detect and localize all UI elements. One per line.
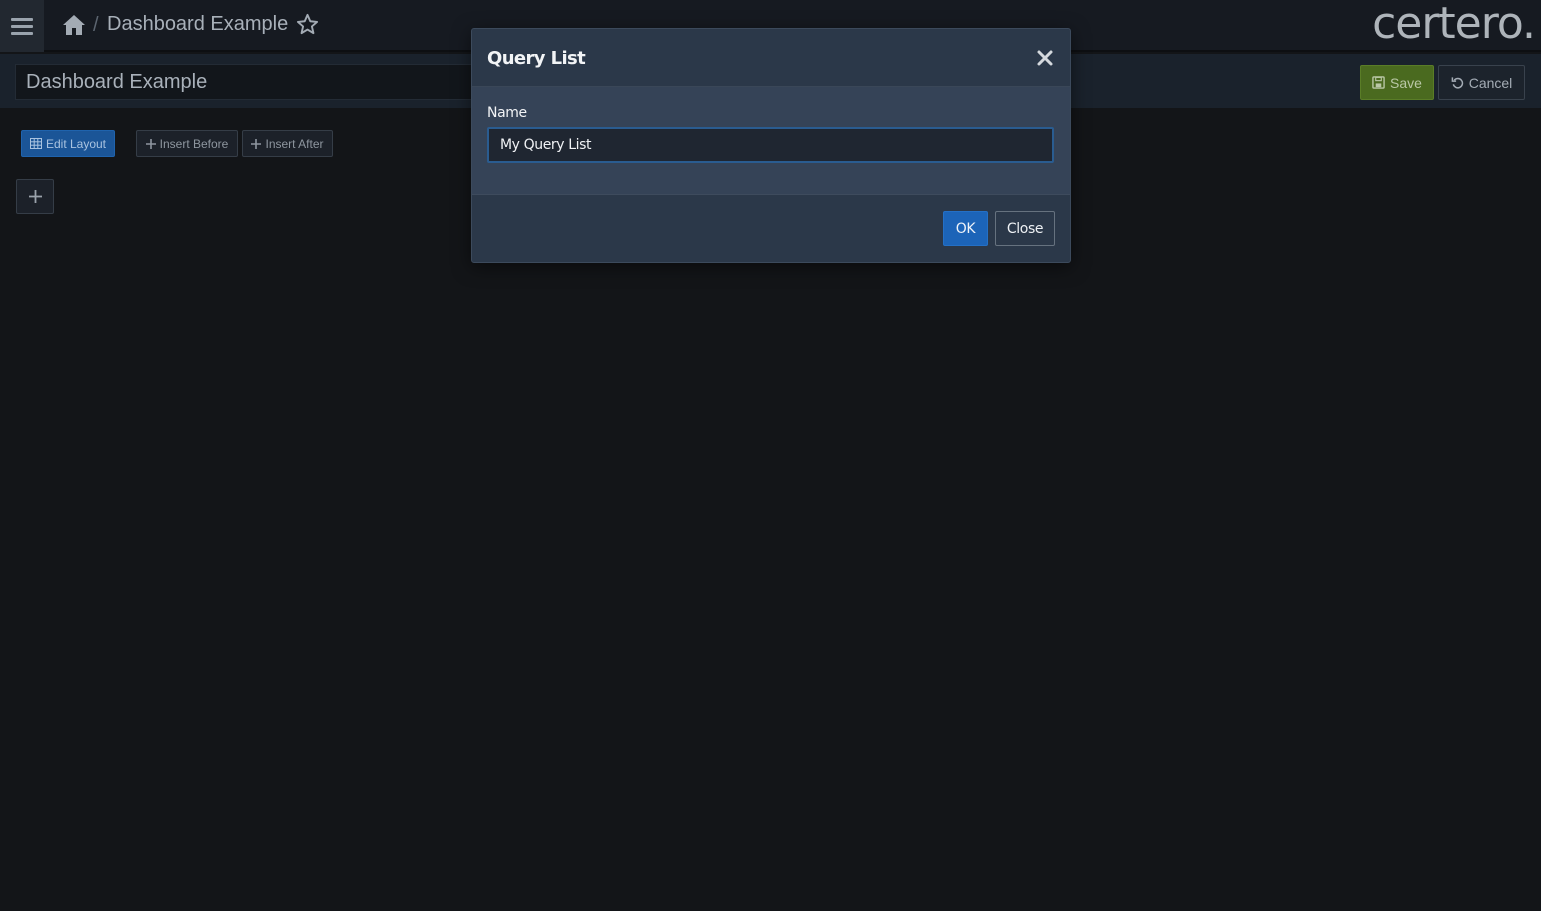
edit-layout-label: Edit Layout <box>45 136 107 151</box>
cancel-label: Cancel <box>1468 74 1513 91</box>
save-label: Save <box>1390 74 1422 91</box>
breadcrumb-separator: / <box>93 14 99 36</box>
plus-icon <box>28 190 42 203</box>
close-button[interactable]: Close <box>995 211 1055 246</box>
menu-button[interactable] <box>0 0 44 52</box>
floppy-disk-icon <box>1372 76 1385 89</box>
insert-after-label: Insert After <box>265 136 324 151</box>
query-list-dialog: Query List Name OK Close <box>471 28 1071 263</box>
grid-icon <box>29 138 42 149</box>
name-field-label: Name <box>487 105 527 121</box>
dialog-header: Query List <box>472 29 1070 87</box>
insert-before-label: Insert Before <box>159 136 229 151</box>
insert-before-button[interactable]: Insert Before <box>136 130 238 157</box>
certero-logo: certero. <box>1372 0 1536 49</box>
name-field[interactable] <box>487 127 1054 163</box>
save-button[interactable]: Save <box>1360 65 1434 100</box>
insert-after-button[interactable]: Insert After <box>242 130 333 157</box>
ok-button[interactable]: OK <box>943 211 988 246</box>
home-icon[interactable] <box>62 14 86 36</box>
plus-icon <box>251 138 262 149</box>
plus-icon <box>145 138 156 149</box>
close-icon[interactable] <box>1034 47 1056 69</box>
breadcrumb-title: Dashboard Example <box>107 13 289 35</box>
edit-layout-button[interactable]: Edit Layout <box>21 130 115 157</box>
dashboard-name-input[interactable] <box>15 64 485 100</box>
add-widget-button[interactable] <box>16 179 54 214</box>
dialog-title: Query List <box>487 48 586 69</box>
undo-icon <box>1451 77 1463 89</box>
hamburger-icon <box>11 17 33 35</box>
cancel-button[interactable]: Cancel <box>1438 65 1525 100</box>
star-outline-icon[interactable] <box>296 13 319 36</box>
dialog-body: Name <box>472 87 1070 195</box>
